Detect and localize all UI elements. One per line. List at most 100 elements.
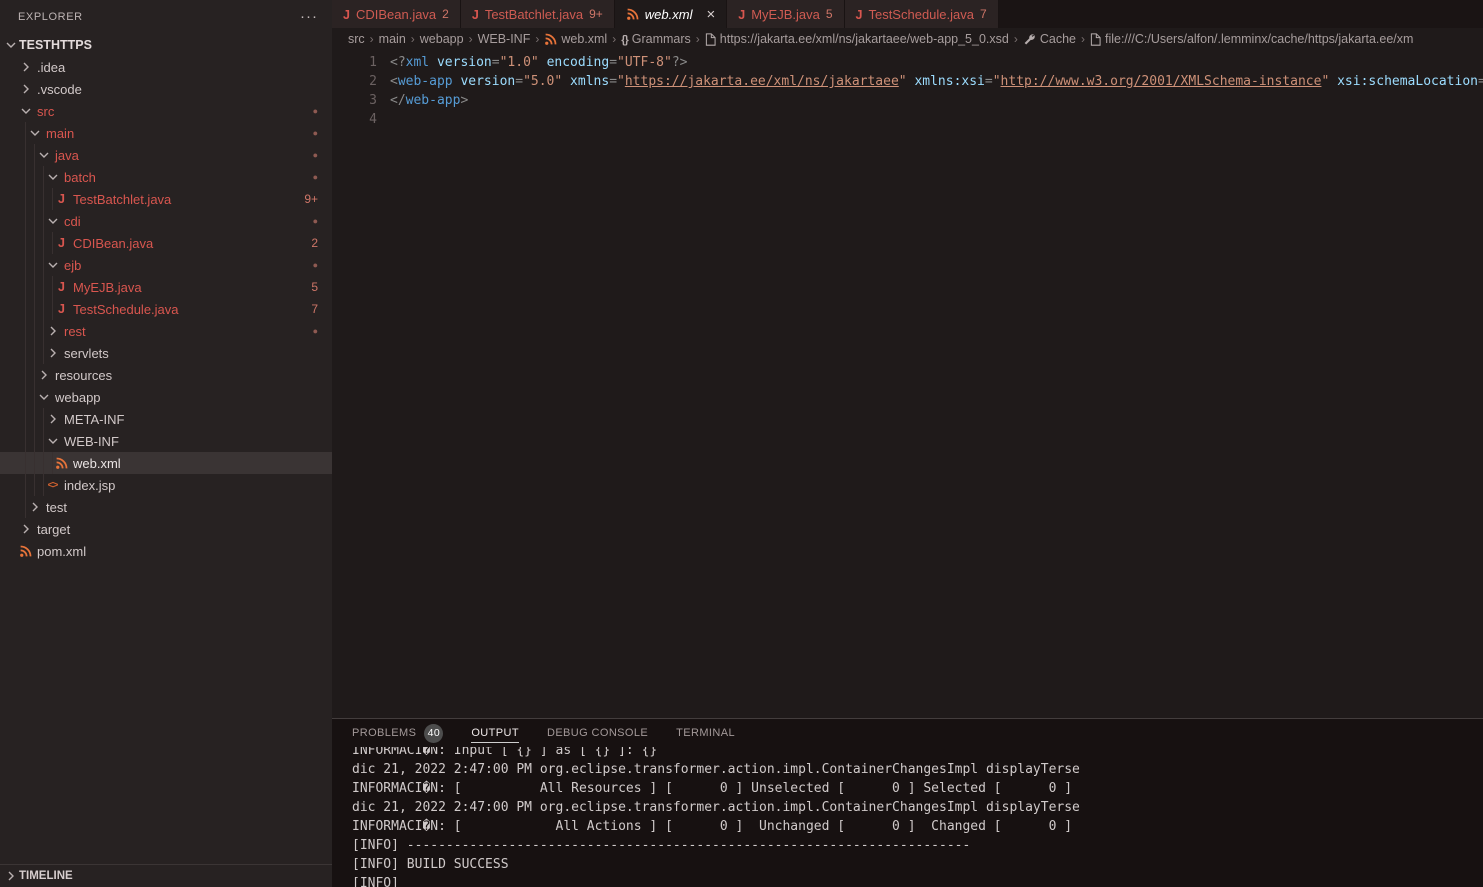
line-number: 1 [332,53,377,72]
indent-guide [25,276,26,298]
more-actions-icon[interactable]: ··· [300,12,318,22]
indent-guide [34,474,35,496]
breadcrumb-item-Grammars[interactable]: {}Grammars [621,32,691,46]
code-line[interactable]: 4 [332,110,1483,129]
output-line: INFORMACI�N: [ All Resources ] [ 0 ] Uns… [352,779,1483,798]
problem-count-badge: 2 [311,236,332,250]
tree-item-label: web.xml [73,456,121,471]
indent-guide [52,188,53,210]
breadcrumb-label: file:///C:/Users/alfon/.lemminx/cache/ht… [1105,32,1413,46]
tree-item-target[interactable]: target [0,518,332,540]
code-editor[interactable]: 1 <?xml version="1.0" encoding="UTF-8"?>2… [332,50,1483,718]
editor-area: JCDIBean.java2JTestBatchlet.java9+web.xm… [332,0,1483,887]
tree-item-cdi[interactable]: cdi● [0,210,332,232]
chevron-down-icon [35,147,52,163]
close-icon[interactable]: × [706,7,715,22]
tree-item-rest[interactable]: rest ● [0,320,332,342]
modified-dot-badge: ● [313,172,332,182]
tree-item-src[interactable]: src● [0,100,332,122]
java-icon: J [53,280,70,294]
tab-TestSchedule.java[interactable]: JTestSchedule.java7 [845,0,999,28]
breadcrumb-item-src[interactable]: src [348,32,365,46]
modified-dot-badge: ● [313,150,332,160]
breadcrumb-label: WEB-INF [478,32,531,46]
chevron-down-icon [44,169,61,185]
tree-item-label: target [37,522,70,537]
tree-item-java[interactable]: java ● [0,144,332,166]
breadcrumb-separator: › [1081,32,1085,46]
tree-item-label: pom.xml [37,544,86,559]
modified-dot-badge: ● [313,216,332,226]
output-line: [INFO] BUILD SUCCESS [352,855,1483,874]
panel-tab-OUTPUT[interactable]: OUTPUT [471,723,519,743]
tab-CDIBean.java[interactable]: JCDIBean.java2 [332,0,461,28]
project-root-header[interactable]: TESTHTTPS [0,34,332,56]
tree-item-webapp[interactable]: webapp [0,386,332,408]
tree-item-index.jsp[interactable]: <>index.jsp [0,474,332,496]
tree-item-label: main [46,126,74,141]
output-line: INFORMACI�N: Input [ {} ] as [ {} ]: {} [352,747,1483,760]
modified-dot-badge: ● [313,326,332,336]
output-console[interactable]: INFORMACI�N: Input [ {} ] as [ {} ]: {}d… [332,747,1483,887]
tree-item-label: java [55,148,79,163]
code-text: <web-app version="5.0" xmlns="https://ja… [390,72,1483,91]
tree-item-servlets[interactable]: servlets [0,342,332,364]
breadcrumb-separator: › [535,32,539,46]
chevron-right-icon [44,411,61,427]
code-line[interactable]: 3</web-app> [332,91,1483,110]
tree-item-batch[interactable]: batch● [0,166,332,188]
breadcrumb-item-web.xml[interactable]: web.xml [544,32,607,46]
tree-item-ejb[interactable]: ejb● [0,254,332,276]
tab-problem-count: 2 [442,7,449,21]
breadcrumb-item-file:///C:/Users/alfon/.lemminx/cache/https/jakarta.ee/xm[interactable]: file:///C:/Users/alfon/.lemminx/cache/ht… [1090,32,1413,46]
indent-guide [34,364,35,386]
tree-item-pom.xml[interactable]: pom.xml [0,540,332,562]
problem-count-badge: 7 [311,302,332,316]
tree-item-label: rest [64,324,86,339]
breadcrumb-item-https://jakarta.ee/xml/ns/jakartaee/web-app_5_0.xsd[interactable]: https://jakarta.ee/xml/ns/jakartaee/web-… [705,32,1009,46]
xml-icon [17,545,34,558]
code-text: <?xml version="1.0" encoding="UTF-8"?> [390,53,687,72]
tab-web.xml[interactable]: web.xml× [615,0,727,28]
tree-item-resources[interactable]: resources [0,364,332,386]
file-icon [705,33,716,46]
tree-item-main[interactable]: main● [0,122,332,144]
indent-guide [43,166,44,188]
tab-TestBatchlet.java[interactable]: JTestBatchlet.java9+ [461,0,615,28]
tree-item-META-INF[interactable]: META-INF [0,408,332,430]
indent-guide [25,298,26,320]
panel-tab-DEBUG CONSOLE[interactable]: DEBUG CONSOLE [547,723,648,743]
tree-item-.idea[interactable]: .idea [0,56,332,78]
panel-tab-TERMINAL[interactable]: TERMINAL [676,723,735,743]
tree-item-web.xml[interactable]: web.xml [0,452,332,474]
tree-item-label: MyEJB.java [73,280,142,295]
code-line[interactable]: 2<web-app version="5.0" xmlns="https://j… [332,72,1483,91]
breadcrumb-separator: › [370,32,374,46]
tree-item-MyEJB.java[interactable]: JMyEJB.java5 [0,276,332,298]
tree-item-test[interactable]: test [0,496,332,518]
breadcrumb-item-Cache[interactable]: Cache [1023,32,1076,46]
tab-MyEJB.java[interactable]: JMyEJB.java5 [727,0,844,28]
breadcrumb-item-webapp[interactable]: webapp [420,32,464,46]
chevron-down-icon [44,213,61,229]
braces-icon: {} [621,32,628,46]
code-line[interactable]: 1 <?xml version="1.0" encoding="UTF-8"?> [332,53,1483,72]
breadcrumb-item-main[interactable]: main [379,32,406,46]
tab-label: TestSchedule.java [868,7,974,22]
panel-tab-label: TERMINAL [676,723,735,743]
breadcrumb-separator: › [411,32,415,46]
tree-item-TestBatchlet.java[interactable]: JTestBatchlet.java9+ [0,188,332,210]
xml-icon [626,8,639,21]
panel-tab-PROBLEMS[interactable]: PROBLEMS40 [352,723,443,743]
tree-item-.vscode[interactable]: .vscode [0,78,332,100]
indent-guide [52,276,53,298]
tree-item-CDIBean.java[interactable]: JCDIBean.java2 [0,232,332,254]
breadcrumb-item-WEB-INF[interactable]: WEB-INF [478,32,531,46]
timeline-section[interactable]: TIMELINE [0,864,332,887]
indent-guide [25,364,26,386]
tree-item-WEB-INF[interactable]: WEB-INF [0,430,332,452]
indent-guide [25,320,26,342]
tree-item-TestSchedule.java[interactable]: JTestSchedule.java7 [0,298,332,320]
output-line: [INFO] [352,874,1483,887]
line-number: 4 [332,110,377,129]
